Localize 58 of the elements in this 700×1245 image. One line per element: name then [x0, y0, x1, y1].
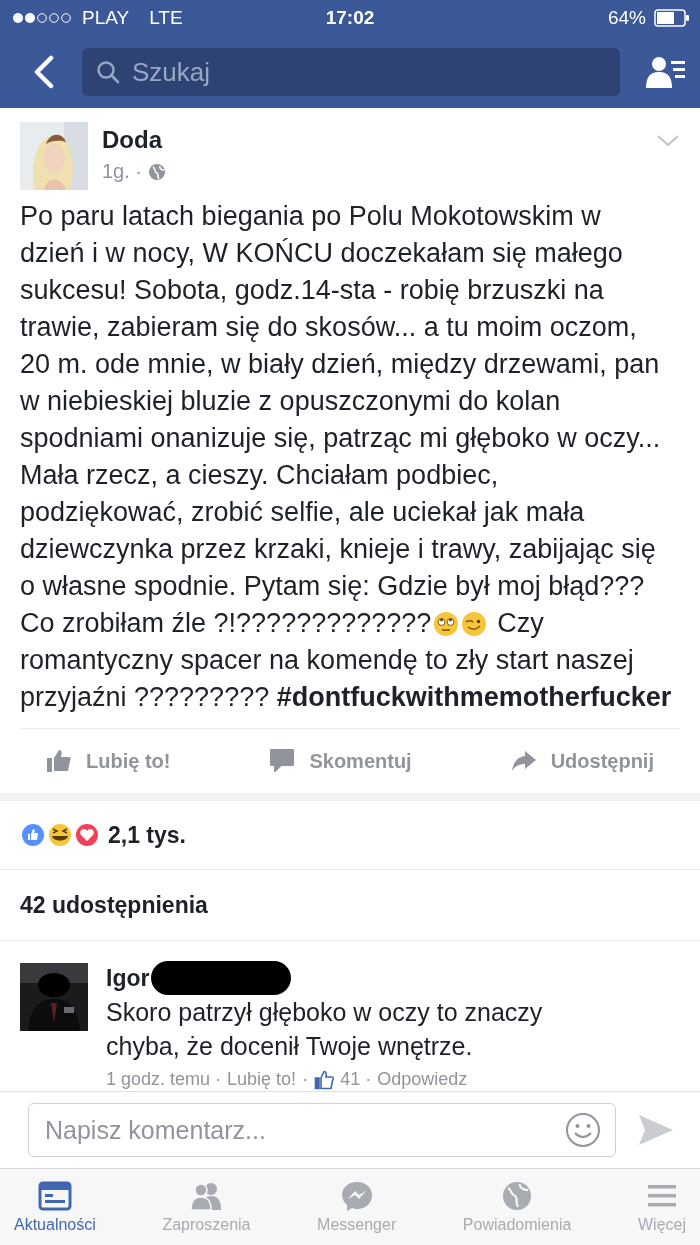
post-text-line: o własne spodnie. Pytam się: Gdzie był moj błąd??? — [20, 570, 646, 603]
carrier-name: PLAY — [82, 7, 130, 29]
post-text-line: trawie, zabieram się do skosów... a tu moim oczom, — [20, 311, 638, 344]
battery-percent: 64% — [607, 7, 646, 29]
friends-icon — [189, 1180, 224, 1212]
comment-text: Skoro patrzył głęboko w oczy to znaczy chyba, że docenił Twoje wnętrze. — [106, 997, 544, 1062]
like-link[interactable]: Lubię to! — [227, 1069, 297, 1090]
post-text-line: Mała rzecz, a cieszy. Chciałam podbiec, — [20, 459, 500, 492]
post-text-line: Po paru latach biegania po Polu Mokotowskim w — [20, 200, 602, 233]
post-text-line: Czy — [497, 607, 544, 640]
winking-emoji-icon — [461, 610, 488, 637]
search-icon — [96, 60, 120, 84]
thumbs-up-icon — [46, 748, 72, 774]
chevron-down-icon[interactable] — [656, 134, 680, 148]
commenter-name[interactable]: Igor — [106, 964, 150, 992]
tab[interactable]: Messenger — [309, 1169, 405, 1245]
post-text-line: Co zrobiłam źle ?!????????????? — [20, 607, 432, 640]
tab[interactable]: Aktualności — [6, 1169, 104, 1245]
clock: 17:02 — [325, 7, 375, 29]
comment-field[interactable]: Napisz komentarz... — [43, 1114, 565, 1146]
send-icon[interactable] — [638, 1114, 674, 1146]
post-text-line: podziękować, zrobić selfie, ale uciekał jak mała — [20, 496, 586, 529]
signal-icon — [12, 11, 74, 25]
comment-button[interactable]: Skomentuj — [265, 744, 416, 778]
comment-time: 1 godz. temu · — [106, 1069, 222, 1090]
post-text-line: spodniami onanizuje się, patrząc mi głęboko w oczy... — [20, 422, 662, 455]
author-name[interactable]: Doda — [102, 126, 642, 154]
post-text-line: dziewczynka przez krzaki, knieje i trawy, zabijając się — [20, 533, 657, 566]
eye-roll-emoji-icon — [433, 610, 460, 637]
separator-dot: · — [302, 1069, 309, 1090]
messenger-icon — [339, 1180, 374, 1212]
tab[interactable]: Więcej — [630, 1169, 694, 1245]
tab[interactable]: Zaproszenia — [154, 1169, 259, 1245]
thumbs-up-icon — [314, 1069, 335, 1090]
post-text-line: 20 m. ode mnie, w biały dzień, między drzewami, pan — [20, 348, 661, 381]
share-button[interactable]: Udostępnij — [506, 744, 658, 778]
post-text-line: dzień i w nocy, W KOŃCU doczekałam się małego — [20, 237, 624, 270]
share-count[interactable]: 42 udostępnienia — [0, 870, 700, 941]
like-button[interactable]: Lubię to! — [42, 744, 175, 778]
tab[interactable]: Powiadomienia — [454, 1169, 580, 1245]
post-text-line: sukcesu! Sobota, godz.14-sta - robię brzuszki na — [20, 274, 605, 307]
globe-icon — [148, 162, 167, 181]
post-text-line: w niebieskiej bluzie z opuszczonymi do kolan — [20, 385, 562, 418]
news-feed-icon — [37, 1180, 72, 1212]
like-count: 41 · — [340, 1069, 372, 1090]
speech-bubble-icon — [269, 748, 296, 774]
post-time: 1g. · — [102, 160, 143, 183]
network-type: LTE — [149, 7, 183, 29]
reply-link[interactable]: Odpowiedz — [377, 1069, 468, 1090]
post-text-line: przyjaźni ????????? #dontfuckwithmemotherfucker — [20, 681, 673, 714]
smiley-icon[interactable] — [565, 1112, 601, 1148]
battery-icon — [654, 9, 690, 27]
search-bar[interactable]: Szukaj — [82, 48, 620, 96]
back-icon[interactable] — [32, 55, 56, 89]
reaction-count[interactable]: 2,1 tys. — [108, 821, 186, 849]
post-text-line: romantyczny spacer na komendę to zły start naszej — [20, 644, 635, 677]
friend-list-icon[interactable] — [646, 55, 686, 89]
comment-bar[interactable]: Napisz komentarz... — [28, 1103, 616, 1157]
